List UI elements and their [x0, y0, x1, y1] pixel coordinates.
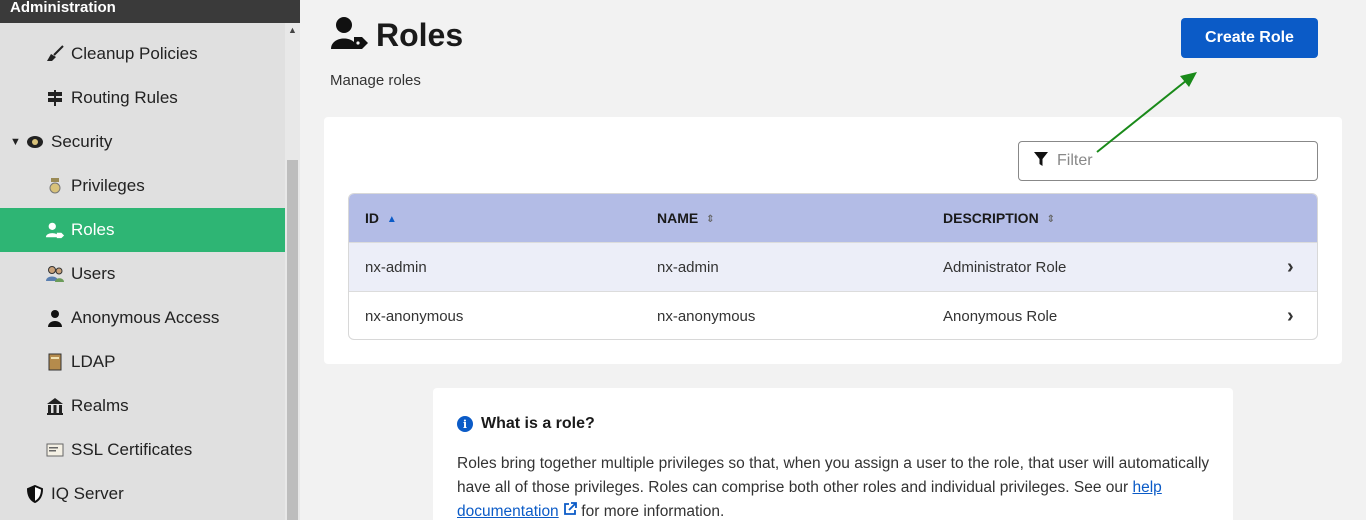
- badge-icon: [25, 132, 45, 152]
- shield-icon: [25, 484, 45, 504]
- sidebar-item-ssl-certificates[interactable]: SSL Certificates: [0, 428, 285, 472]
- caret-down-icon[interactable]: ▼: [10, 136, 21, 148]
- sidebar-item-label: Privileges: [71, 176, 145, 195]
- roles-table: ID ▲ NAME ⇕ DESCRIPTION ⇕ nx-admin nx-ad…: [348, 193, 1318, 340]
- scroll-thumb[interactable]: [287, 160, 298, 520]
- filter-field[interactable]: [1018, 141, 1318, 181]
- page-header: Roles: [330, 16, 463, 55]
- sidebar-item-security[interactable]: ▼ Security: [0, 120, 285, 164]
- cell-id: nx-anonymous: [365, 307, 464, 325]
- sidebar-item-cleanup-policies[interactable]: Cleanup Policies: [0, 32, 285, 76]
- chevron-right-icon[interactable]: ›: [1287, 256, 1294, 279]
- certificate-icon: [45, 440, 65, 460]
- sidebar-item-ldap[interactable]: LDAP: [0, 340, 285, 384]
- sidebar-item-label: IQ Server: [51, 484, 124, 503]
- sidebar-header: Administration: [0, 0, 300, 23]
- sidebar-item-label: Anonymous Access: [71, 308, 220, 327]
- sidebar-item-iq-server[interactable]: IQ Server: [0, 472, 285, 516]
- users-icon: [45, 264, 65, 284]
- chevron-right-icon[interactable]: ›: [1287, 305, 1294, 328]
- column-header-id[interactable]: ID ▲: [365, 210, 397, 226]
- book-icon: [45, 352, 65, 372]
- signpost-icon: [45, 88, 65, 108]
- cell-name: nx-admin: [657, 258, 719, 276]
- sidebar-item-label: Roles: [71, 220, 115, 239]
- page-title: Roles: [376, 17, 464, 53]
- sidebar-item-users[interactable]: Users: [0, 252, 285, 296]
- medal-icon: [45, 176, 65, 196]
- sidebar-item-label: Realms: [71, 396, 129, 415]
- user-tag-icon: [330, 16, 370, 55]
- info-text: Roles bring together multiple privileges…: [457, 455, 1210, 520]
- table-header: ID ▲ NAME ⇕ DESCRIPTION ⇕: [349, 194, 1317, 242]
- user-tag-icon: [45, 220, 65, 240]
- sort-ascending-icon[interactable]: ▲: [387, 214, 397, 224]
- filter-icon: [1033, 151, 1049, 172]
- cell-id: nx-admin: [365, 258, 427, 276]
- realm-icon: [45, 396, 65, 416]
- sidebar-item-label: SSL Certificates: [71, 440, 193, 459]
- info-icon: i: [457, 416, 473, 432]
- scroll-up-icon[interactable]: ▲: [288, 25, 297, 35]
- sidebar-item-anonymous-access[interactable]: Anonymous Access: [0, 296, 285, 340]
- sidebar-item-roles[interactable]: Roles: [0, 208, 285, 252]
- sort-icon[interactable]: ⇕: [1047, 214, 1055, 224]
- sidebar-item-label: Users: [71, 264, 116, 283]
- cell-description: Administrator Role: [943, 258, 1067, 276]
- sidebar-item-privileges[interactable]: Privileges: [0, 164, 285, 208]
- cell-name: nx-anonymous: [657, 307, 756, 325]
- sidebar-scrollbar[interactable]: ▲: [285, 23, 300, 520]
- create-role-button[interactable]: Create Role: [1181, 18, 1318, 58]
- table-row[interactable]: nx-admin nx-admin Administrator Role ›: [349, 242, 1317, 291]
- user-icon: [45, 308, 65, 328]
- sidebar-item-label: Security: [51, 132, 113, 151]
- sidebar-item-label: Cleanup Policies: [71, 44, 198, 63]
- sidebar-item-routing-rules[interactable]: Routing Rules: [0, 76, 285, 120]
- sort-icon[interactable]: ⇕: [706, 214, 714, 224]
- sidebar-item-realms[interactable]: Realms: [0, 384, 285, 428]
- table-row[interactable]: nx-anonymous nx-anonymous Anonymous Role…: [349, 291, 1317, 339]
- external-link-icon[interactable]: [563, 502, 577, 520]
- sidebar-item-label: Routing Rules: [71, 88, 178, 107]
- sidebar-item-label: LDAP: [71, 352, 116, 371]
- cell-description: Anonymous Role: [943, 307, 1058, 325]
- page-subtitle: Manage roles: [330, 72, 421, 89]
- filter-input[interactable]: [1057, 152, 1297, 170]
- column-header-description[interactable]: DESCRIPTION ⇕: [943, 210, 1055, 226]
- info-panel: i What is a role? Roles bring together m…: [433, 388, 1233, 520]
- broom-icon: [45, 44, 65, 64]
- column-header-name[interactable]: NAME ⇕: [657, 210, 715, 226]
- info-title: i What is a role?: [457, 415, 595, 433]
- roles-card: ID ▲ NAME ⇕ DESCRIPTION ⇕ nx-admin nx-ad…: [324, 117, 1342, 364]
- sidebar: Administration Cleanup Policies Routing …: [0, 0, 300, 520]
